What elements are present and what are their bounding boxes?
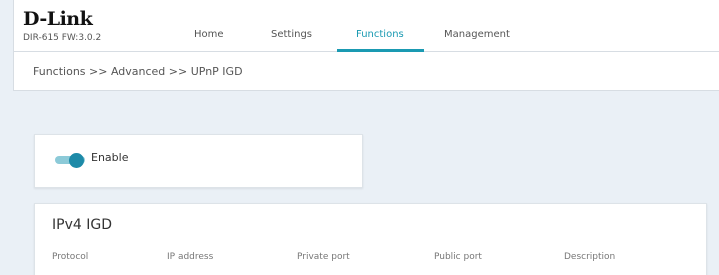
top-header: D-Link DIR-615 FW:3.0.2 Home Settings Fu… xyxy=(13,0,719,52)
breadcrumb-bar: Functions >> Advanced >> UPnP IGD xyxy=(13,52,719,91)
nav-settings[interactable]: Settings xyxy=(271,29,312,40)
ipv4-igd-title: IPv4 IGD xyxy=(52,217,112,233)
col-ip-address: IP address xyxy=(167,252,214,262)
nav-home[interactable]: Home xyxy=(194,29,224,40)
enable-toggle[interactable] xyxy=(55,153,85,168)
enable-card: Enable xyxy=(34,134,363,188)
col-private-port: Private port xyxy=(297,252,350,262)
col-public-port: Public port xyxy=(434,252,482,262)
col-description: Description xyxy=(564,252,616,262)
ipv4-igd-card: IPv4 IGD Protocol IP address Private por… xyxy=(34,203,707,275)
nav-functions[interactable]: Functions xyxy=(356,29,404,40)
dlink-logo[interactable]: D-Link xyxy=(23,8,93,30)
firmware-version: DIR-615 FW:3.0.2 xyxy=(23,33,102,43)
breadcrumb: Functions >> Advanced >> UPnP IGD xyxy=(33,65,243,78)
col-protocol: Protocol xyxy=(52,252,89,262)
enable-label: Enable xyxy=(91,151,129,164)
nav-management[interactable]: Management xyxy=(444,29,510,40)
toggle-knob xyxy=(69,153,84,168)
